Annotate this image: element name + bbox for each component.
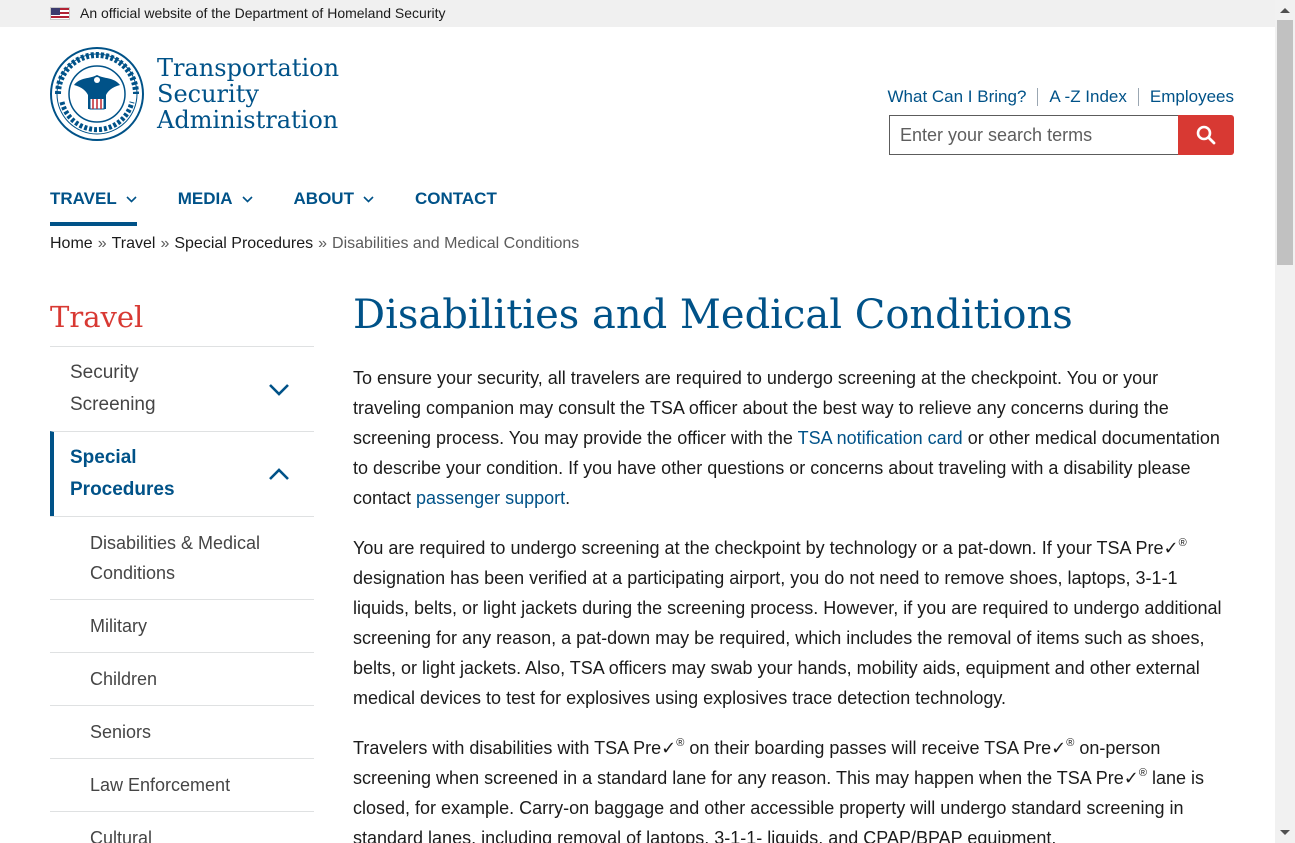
- registered-mark: ®: [1138, 767, 1148, 779]
- utility-links: What Can I Bring? A -Z Index Employees: [888, 87, 1234, 107]
- agency-name-line: Administration: [157, 106, 339, 134]
- sidebar-item-special-procedures[interactable]: Special Procedures: [50, 431, 314, 516]
- us-flag-icon: [50, 7, 70, 20]
- official-banner: An official website of the Department of…: [0, 0, 1275, 27]
- registered-mark: ®: [1178, 537, 1187, 549]
- chevron-down-icon: [126, 195, 137, 203]
- magnifier-icon: [1196, 125, 1216, 145]
- sidebar-subitem-label: Cultural: [90, 828, 153, 843]
- agency-name-line: Transportation: [157, 54, 340, 82]
- tsa-notification-card-link[interactable]: TSA notification card: [798, 428, 963, 448]
- a-z-index-link[interactable]: A -Z Index: [1049, 87, 1126, 107]
- sidebar-item-label: Special Procedures: [70, 447, 175, 500]
- what-can-i-bring-link[interactable]: What Can I Bring?: [888, 87, 1027, 107]
- sidebar-subitem-military[interactable]: Military: [50, 599, 314, 652]
- sidebar-subitem-label: Military: [90, 616, 147, 636]
- sidebar-item-security-screening[interactable]: Security Screening: [50, 346, 314, 431]
- sidebar-title[interactable]: Travel: [50, 300, 314, 346]
- divider: [1137, 88, 1139, 106]
- nav-travel[interactable]: TRAVEL: [50, 188, 137, 226]
- sidebar-subitem-label: Disabilities & Medical Conditions: [90, 533, 261, 583]
- search-button[interactable]: [1178, 115, 1234, 155]
- breadcrumb-separator: »: [318, 235, 328, 252]
- paragraph: Travelers with disabilities with TSA Pre…: [353, 733, 1223, 843]
- paragraph-text: designation has been verified at a parti…: [353, 568, 1222, 708]
- paragraph-text: .: [565, 488, 571, 508]
- breadcrumb-separator: »: [97, 235, 107, 252]
- breadcrumb-current: Disabilities and Medical Conditions: [332, 235, 580, 252]
- breadcrumb-special-procedures[interactable]: Special Procedures: [174, 235, 313, 253]
- nav-label: MEDIA: [177, 189, 233, 208]
- sidebar-nav: Travel Security Screening Special Proced…: [50, 300, 314, 843]
- chevron-down-icon: [363, 195, 374, 203]
- official-banner-text: An official website of the Department of…: [80, 5, 446, 21]
- chevron-down-icon: [241, 195, 253, 203]
- page-scrollbar[interactable]: [1275, 0, 1295, 843]
- agency-name-line: Security: [157, 80, 259, 108]
- sidebar-subitem-disabilities[interactable]: Disabilities & Medical Conditions: [50, 516, 314, 599]
- paragraph: You are required to undergo screening at…: [353, 533, 1223, 713]
- breadcrumb-travel[interactable]: Travel: [112, 235, 156, 253]
- divider: [1037, 88, 1039, 106]
- breadcrumb-home[interactable]: Home: [50, 235, 93, 253]
- search-form: [889, 115, 1234, 155]
- search-input[interactable]: [889, 115, 1178, 155]
- page-title: Disabilities and Medical Conditions: [353, 292, 1073, 338]
- scroll-up-arrow[interactable]: [1280, 8, 1290, 13]
- agency-name[interactable]: Transportation Security Administration: [157, 55, 339, 133]
- nav-contact[interactable]: CONTACT: [415, 188, 497, 210]
- scroll-down-arrow[interactable]: [1280, 830, 1290, 835]
- sidebar-item-label: Security Screening: [70, 362, 156, 415]
- sidebar-subitem-cultural[interactable]: Cultural: [50, 811, 314, 843]
- sidebar-subitem-children[interactable]: Children: [50, 652, 314, 705]
- nav-label: ABOUT: [293, 189, 354, 208]
- sidebar-subitem-label: Seniors: [90, 722, 152, 742]
- chevron-up-icon[interactable]: [268, 468, 290, 481]
- passenger-support-link[interactable]: passenger support: [416, 488, 565, 508]
- scrollbar-thumb[interactable]: [1277, 20, 1293, 265]
- main-content: Disabilities and Medical Conditions To e…: [353, 290, 1233, 843]
- sidebar-subitem-label: Law Enforcement: [90, 775, 231, 795]
- nav-label: CONTACT: [414, 189, 497, 208]
- paragraph-text: You are required to undergo screening at…: [353, 538, 1179, 558]
- paragraph-text: Travelers with disabilities with TSA Pre…: [353, 738, 677, 758]
- nav-about[interactable]: ABOUT: [294, 188, 374, 210]
- chevron-down-icon[interactable]: [268, 383, 290, 396]
- breadcrumb: Home » Travel » Special Procedures » Dis…: [50, 235, 579, 253]
- paragraph: To ensure your security, all travelers a…: [353, 363, 1223, 513]
- main-nav: TRAVEL MEDIA ABOUT CONTACT: [50, 188, 497, 226]
- nav-media[interactable]: MEDIA: [178, 188, 253, 210]
- sidebar-subitem-seniors[interactable]: Seniors: [50, 705, 314, 758]
- sidebar-subitem-law-enforcement[interactable]: Law Enforcement: [50, 758, 314, 811]
- dhs-seal-icon[interactable]: [50, 47, 144, 141]
- employees-link[interactable]: Employees: [1150, 87, 1234, 107]
- nav-label: TRAVEL: [50, 189, 117, 208]
- paragraph-text: on their boarding passes will receive TS…: [684, 738, 1067, 758]
- sidebar-subitem-label: Children: [90, 669, 158, 689]
- breadcrumb-separator: »: [160, 235, 170, 252]
